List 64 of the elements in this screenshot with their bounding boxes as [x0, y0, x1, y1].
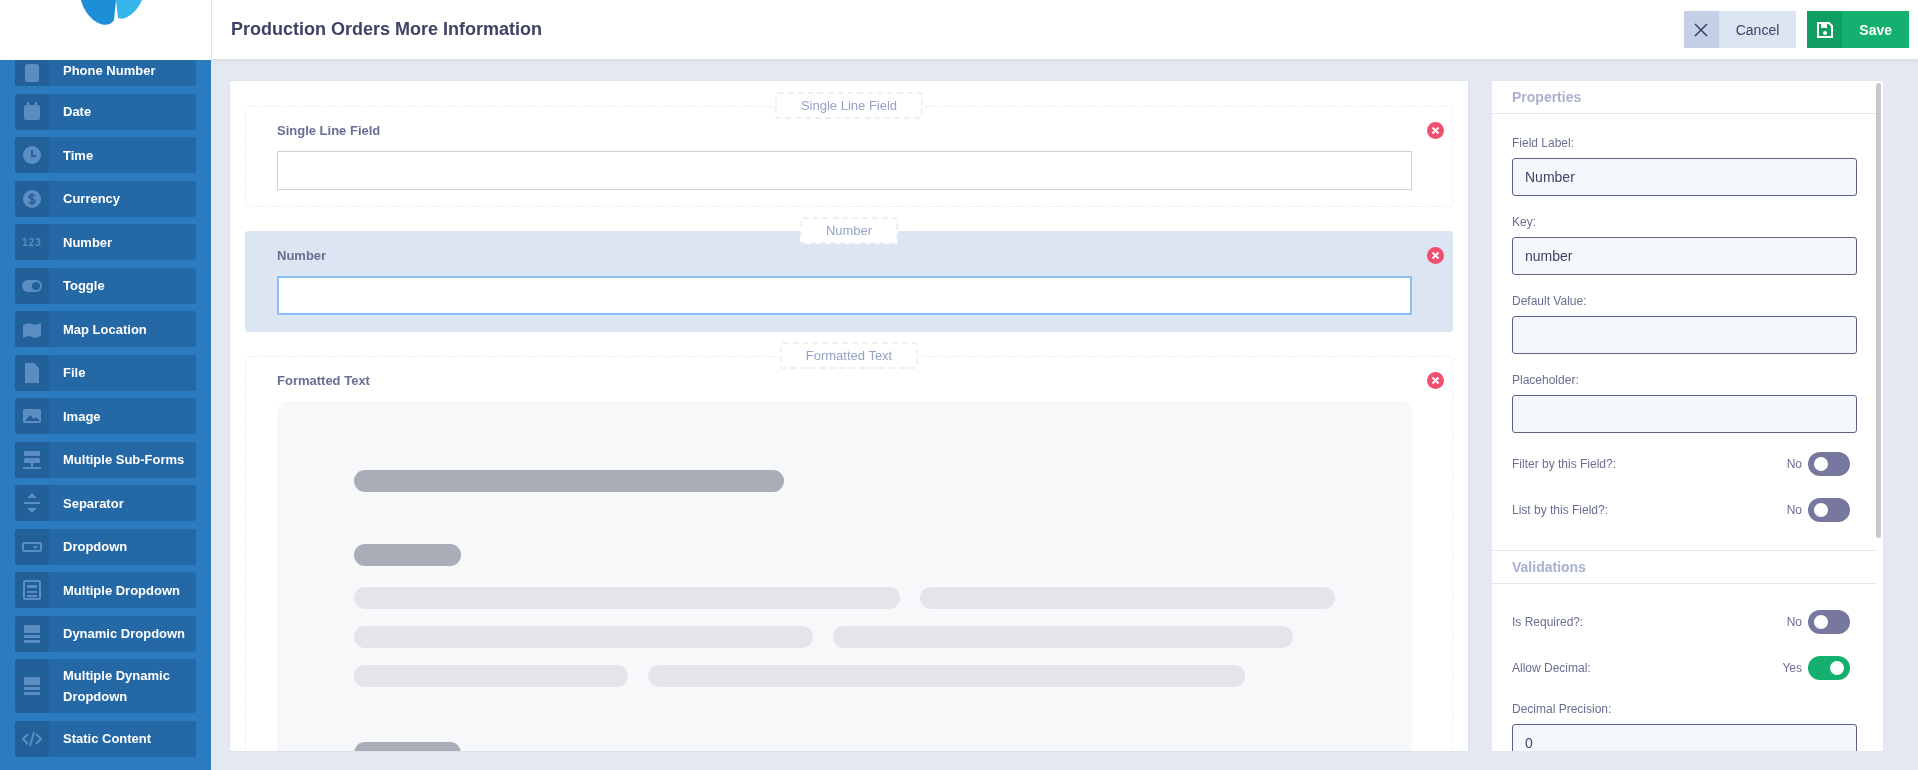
field-type-item[interactable]: Separator: [15, 485, 196, 521]
field-label: Allow Decimal:: [1512, 661, 1592, 675]
toggle-switch[interactable]: [1808, 656, 1850, 680]
dropdown-list-icon: [22, 623, 42, 644]
remove-icon[interactable]: [1427, 247, 1444, 264]
toggle-state: No: [1786, 503, 1802, 517]
field-type-item[interactable]: 123 Number: [15, 224, 196, 260]
toggle-switch[interactable]: [1808, 452, 1850, 476]
field-type-item[interactable]: Dynamic Dropdown: [15, 615, 196, 652]
dollar-coin-icon: [22, 188, 42, 209]
toggle-state: No: [1786, 457, 1802, 471]
toggle-state: No: [1786, 615, 1802, 629]
field-type-item[interactable]: Dropdown: [15, 528, 196, 565]
calendar-icon: [22, 101, 42, 122]
section-title: Validations: [1492, 550, 1876, 584]
clock-icon: [22, 145, 42, 165]
expand-arrows-icon: [22, 493, 42, 513]
number-icon: 123: [22, 236, 42, 248]
field-type-item[interactable]: Date: [15, 93, 196, 130]
input-field[interactable]: [277, 276, 1412, 315]
field-type-item[interactable]: Time: [15, 137, 196, 173]
field-type-item[interactable]: Image: [15, 398, 196, 434]
field-label: Formatted Text: [277, 373, 370, 388]
cancel-button[interactable]: Cancel: [1683, 11, 1797, 48]
input-field[interactable]: 0: [1512, 724, 1857, 751]
field-label: Placeholder:: [1512, 373, 1580, 387]
close-icon: [1694, 22, 1709, 37]
input-field[interactable]: number: [1512, 237, 1857, 275]
list-form-icon: [22, 580, 42, 600]
remove-icon[interactable]: [1427, 372, 1444, 389]
field-label: Default Value:: [1512, 294, 1588, 308]
field-type-item[interactable]: Static Content: [15, 720, 196, 757]
field-label: Key:: [1512, 215, 1537, 229]
scrollbar[interactable]: [1876, 83, 1881, 538]
field-type-item[interactable]: Multiple Dynamic Dropdown: [15, 659, 196, 713]
field-label: Field Label:: [1512, 136, 1576, 150]
image-icon: [22, 406, 42, 426]
field-label: Single Line Field: [277, 123, 381, 138]
field-label: Number: [277, 248, 327, 263]
dropdown-list-icon: [22, 676, 42, 696]
field-label: Is Required?:: [1512, 615, 1585, 629]
input-field[interactable]: Number: [1512, 158, 1857, 196]
field-label: List by this Field?:: [1512, 503, 1610, 517]
form-field-block[interactable]: Number Number: [245, 217, 1453, 332]
file-icon: [22, 362, 42, 383]
field-type-item[interactable]: Multiple Dropdown: [15, 572, 196, 608]
server-icon: [22, 449, 42, 470]
input-field[interactable]: [1512, 395, 1857, 433]
field-type-item[interactable]: Map Location: [15, 311, 196, 347]
field-type-item[interactable]: Toggle: [15, 267, 196, 304]
toggle-state: Yes: [1782, 661, 1802, 675]
page-title: Production Orders More Information: [231, 19, 543, 40]
field-type-item[interactable]: Currency: [15, 180, 196, 217]
section-title: Properties: [1492, 81, 1876, 114]
input-field[interactable]: [1512, 316, 1857, 354]
toggle-switch[interactable]: [1808, 498, 1850, 522]
field-type-item[interactable]: File: [15, 354, 196, 391]
field-type-item[interactable]: Multiple Sub-Forms: [15, 441, 196, 478]
toggle-switch[interactable]: [1808, 610, 1850, 634]
field-type-item[interactable]: Phone Number: [15, 60, 196, 86]
remove-icon[interactable]: [1427, 122, 1444, 139]
field-label: Decimal Precision:: [1512, 702, 1613, 716]
field-label: Filter by this Field?:: [1512, 457, 1618, 471]
form-field-block[interactable]: Single Line Field Single Line Field: [245, 92, 1453, 207]
